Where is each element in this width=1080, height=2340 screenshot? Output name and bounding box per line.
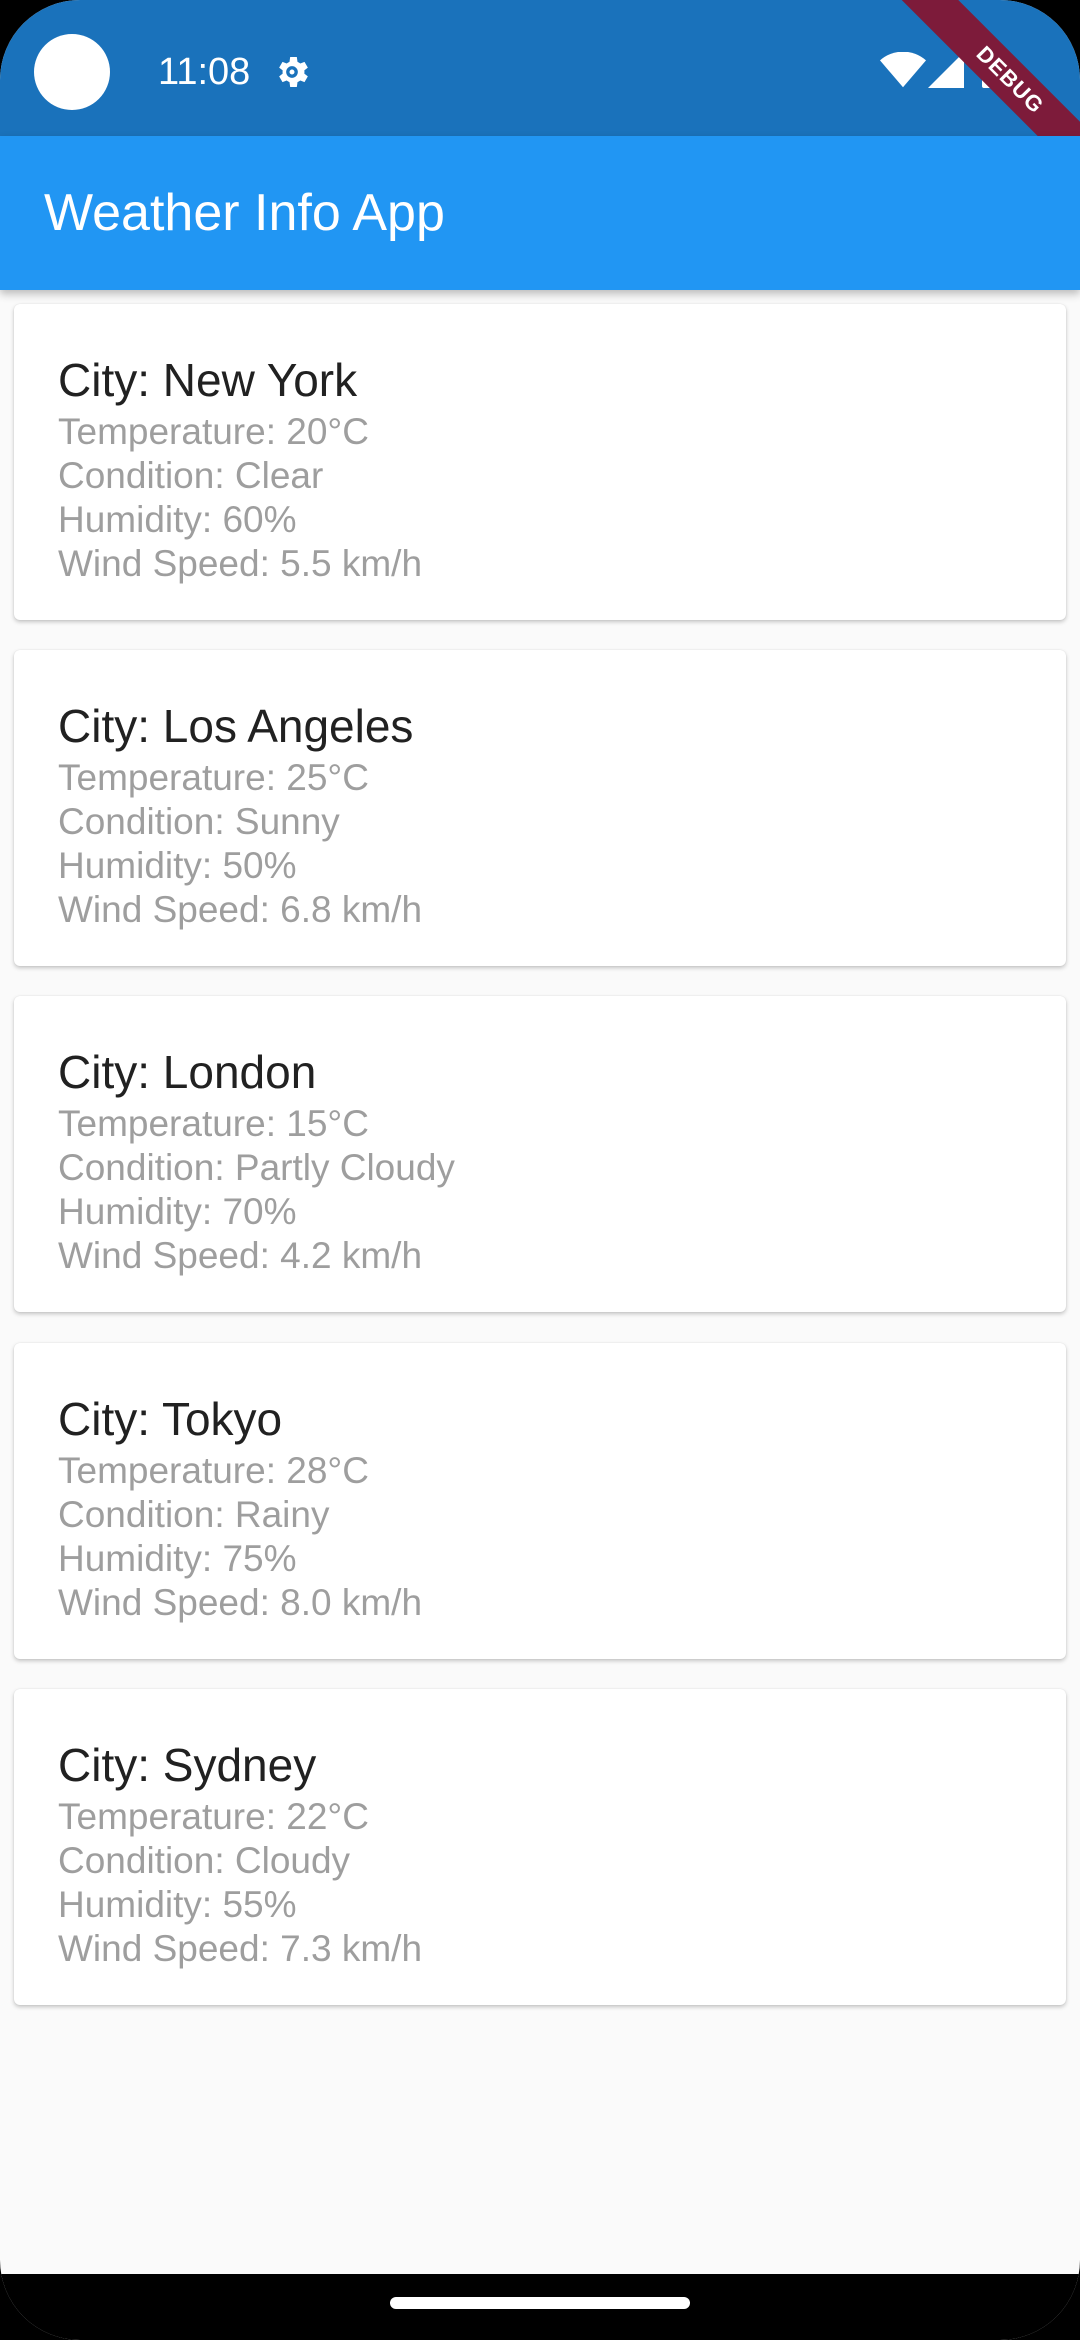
- weather-card-tokyo: City: Tokyo Temperature: 28°C Condition:…: [14, 1343, 1066, 1659]
- city-name: City: Tokyo: [58, 1393, 283, 1445]
- status-time: 11:08: [158, 51, 251, 93]
- wind-speed-text: Wind Speed: 8.0 km/h: [58, 1582, 423, 1623]
- condition-text: Condition: Sunny: [58, 801, 340, 842]
- city-name: City: Los Angeles: [58, 700, 414, 752]
- humidity-text: Humidity: 70%: [58, 1191, 297, 1232]
- home-indicator[interactable]: [390, 2297, 690, 2309]
- temperature-text: Temperature: 25°C: [58, 757, 369, 798]
- condition-text: Condition: Partly Cloudy: [58, 1147, 455, 1188]
- weather-card-new-york: City: New York Temperature: 20°C Conditi…: [14, 304, 1066, 620]
- wifi-icon: [880, 52, 926, 88]
- weather-card-london: City: London Temperature: 15°C Condition…: [14, 996, 1066, 1312]
- weather-card-los-angeles: City: Los Angeles Temperature: 25°C Cond…: [14, 650, 1066, 966]
- condition-text: Condition: Cloudy: [58, 1840, 351, 1881]
- app-title: Weather Info App: [44, 184, 445, 242]
- humidity-text: Humidity: 75%: [58, 1538, 297, 1579]
- wind-speed-text: Wind Speed: 6.8 km/h: [58, 889, 423, 930]
- temperature-text: Temperature: 28°C: [58, 1450, 369, 1491]
- humidity-text: Humidity: 50%: [58, 845, 297, 886]
- app-bar: Weather Info App: [0, 136, 1080, 290]
- city-name: City: New York: [58, 354, 358, 406]
- weather-card-sydney: City: Sydney Temperature: 22°C Condition…: [14, 1689, 1066, 2005]
- wind-speed-text: Wind Speed: 7.3 km/h: [58, 1928, 423, 1969]
- city-name: City: Sydney: [58, 1739, 317, 1791]
- humidity-text: Humidity: 60%: [58, 499, 297, 540]
- temperature-text: Temperature: 15°C: [58, 1103, 369, 1144]
- temperature-text: Temperature: 20°C: [58, 411, 369, 452]
- wind-speed-text: Wind Speed: 5.5 km/h: [58, 543, 423, 584]
- phone-screen: 11:08 DEBUG Weather Info App City: New Y…: [0, 0, 1080, 2340]
- temperature-text: Temperature: 22°C: [58, 1796, 369, 1837]
- humidity-text: Humidity: 55%: [58, 1884, 297, 1925]
- condition-text: Condition: Clear: [58, 455, 324, 496]
- city-name: City: London: [58, 1046, 317, 1098]
- settings-icon: [279, 57, 308, 87]
- condition-text: Condition: Rainy: [58, 1494, 330, 1535]
- wind-speed-text: Wind Speed: 4.2 km/h: [58, 1235, 423, 1276]
- status-bar: 11:08 DEBUG: [0, 0, 1080, 201]
- camera-cutout: [34, 34, 110, 110]
